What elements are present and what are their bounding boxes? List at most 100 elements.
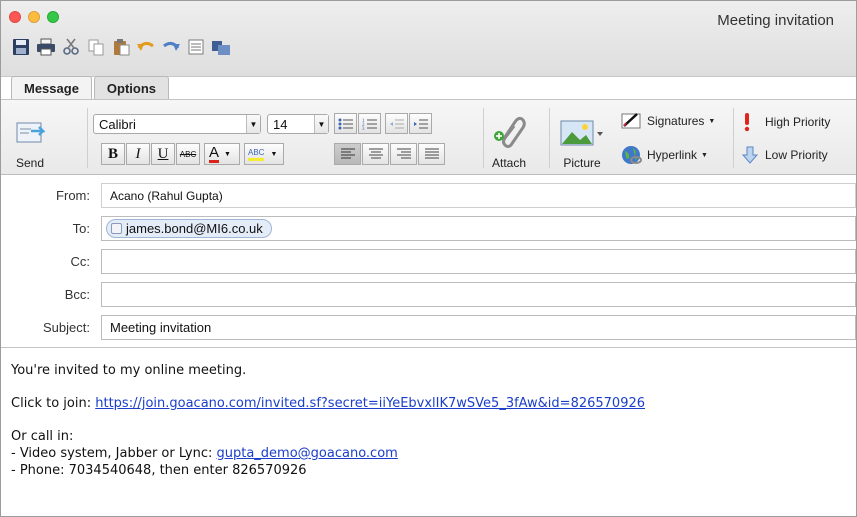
send-label: Send — [15, 156, 45, 170]
redo-icon[interactable] — [161, 37, 181, 57]
format-icon[interactable] — [186, 37, 206, 57]
high-priority-label: High Priority — [765, 115, 831, 129]
font-color-button[interactable]: A ▼ — [204, 143, 240, 165]
numbering-button[interactable]: 123 — [358, 113, 381, 134]
font-color-label: A — [209, 143, 220, 163]
align-right-button[interactable] — [390, 143, 417, 165]
join-link[interactable]: https://join.goacano.com/invited.sf?secr… — [95, 396, 645, 411]
undo-icon[interactable] — [136, 37, 156, 57]
low-priority-label: Low Priority — [765, 148, 828, 162]
align-center-icon — [368, 148, 383, 159]
call-in-heading: Or call in: — [11, 429, 74, 444]
cc-field[interactable] — [101, 249, 856, 274]
numbered-list-icon: 123 — [362, 119, 377, 131]
copy-icon[interactable] — [86, 37, 106, 57]
font-name-value: Calibri — [99, 116, 136, 132]
paste-icon[interactable] — [111, 37, 131, 57]
recipient-token[interactable]: james.bond@MI6.co.uk — [106, 219, 272, 238]
chevron-down-icon: ▼ — [701, 151, 708, 159]
window-controls — [9, 11, 59, 23]
folder-icon[interactable] — [211, 37, 231, 57]
from-label: From: — [56, 188, 90, 203]
attach-button[interactable]: Attach — [491, 106, 527, 170]
cc-row: Cc: — [1, 247, 856, 277]
video-line: - Video system, Jabber or Lync: gupta_de… — [11, 446, 856, 463]
ribbon-tabs: Message Options — [11, 76, 171, 100]
highlight-label: ABC — [248, 147, 265, 161]
bullet-list-icon — [338, 118, 353, 129]
picture-icon — [560, 120, 603, 146]
video-address-link[interactable]: gupta_demo@goacano.com — [217, 446, 398, 461]
exclamation-icon — [744, 113, 750, 132]
ribbon-divider — [87, 108, 88, 168]
cut-icon[interactable] — [61, 37, 81, 57]
chevron-down-icon: ▼ — [246, 115, 260, 133]
subject-value: Meeting invitation — [110, 320, 212, 335]
to-label: To: — [72, 221, 90, 236]
recipient-address: james.bond@MI6.co.uk — [126, 221, 263, 236]
ribbon-divider — [733, 108, 734, 168]
picture-label: Picture — [563, 156, 601, 170]
bold-button[interactable]: B — [101, 143, 125, 165]
italic-button[interactable]: I — [126, 143, 150, 165]
phone-line: - Phone: 7034540648, then enter 82657092… — [11, 463, 307, 478]
send-button[interactable]: Send — [15, 106, 45, 170]
bcc-field[interactable] — [101, 282, 856, 307]
chevron-down-icon: ▼ — [314, 115, 328, 133]
signatures-label: Signatures — [647, 114, 705, 128]
minimize-window-button[interactable] — [28, 11, 40, 23]
tab-message[interactable]: Message — [11, 76, 92, 100]
decrease-indent-button[interactable] — [385, 113, 408, 134]
join-line: Click to join: https://join.goacano.com/… — [11, 396, 856, 413]
cc-label: Cc: — [70, 254, 91, 269]
font-name-select[interactable]: Calibri ▼ — [93, 114, 261, 134]
ribbon: Send Calibri ▼ 14 ▼ 123 B I U ABC A ▼ AB… — [1, 99, 856, 175]
close-window-button[interactable] — [9, 11, 21, 23]
picture-button[interactable]: Picture — [559, 106, 605, 170]
ribbon-divider — [549, 108, 550, 168]
from-field[interactable]: Acano (Rahul Gupta) — [101, 183, 856, 208]
quick-access-toolbar — [11, 37, 231, 57]
hyperlink-button[interactable]: Hyperlink ▼ — [621, 144, 708, 166]
to-row: To: james.bond@MI6.co.uk — [1, 214, 856, 244]
print-icon[interactable] — [36, 37, 56, 57]
down-arrow-icon — [741, 146, 759, 164]
align-left-icon — [340, 148, 355, 159]
send-icon — [16, 122, 45, 143]
decrease-indent-icon — [389, 119, 404, 128]
attach-label: Attach — [491, 156, 527, 170]
from-row: From: Acano (Rahul Gupta) — [1, 181, 856, 211]
bullets-button[interactable] — [334, 113, 357, 134]
highlight-button[interactable]: ABC ▼ — [244, 143, 284, 165]
align-center-button[interactable] — [362, 143, 389, 165]
window-title: Meeting invitation — [717, 12, 834, 29]
justify-button[interactable] — [418, 143, 445, 165]
justify-icon — [424, 148, 439, 159]
save-icon[interactable] — [11, 37, 31, 57]
chevron-down-icon: ▼ — [270, 150, 278, 158]
align-left-button[interactable] — [334, 143, 361, 165]
video-prefix: - Video system, Jabber or Lync: — [11, 446, 217, 461]
high-priority-button[interactable]: High Priority — [741, 112, 830, 132]
signature-icon — [621, 113, 641, 129]
ribbon-divider — [483, 108, 484, 168]
increase-indent-button[interactable] — [409, 113, 432, 134]
chevron-down-icon: ▼ — [708, 117, 716, 125]
subject-label: Subject: — [43, 320, 90, 335]
low-priority-button[interactable]: Low Priority — [741, 146, 828, 164]
zoom-window-button[interactable] — [47, 11, 59, 23]
bcc-label: Bcc: — [64, 287, 90, 302]
strikethrough-button[interactable]: ABC — [176, 143, 200, 165]
message-body[interactable]: You're invited to my online meeting. Cli… — [1, 347, 856, 516]
font-size-select[interactable]: 14 ▼ — [267, 114, 329, 134]
contact-card-icon — [111, 223, 122, 234]
signatures-button[interactable]: Signatures ▼ — [621, 112, 715, 130]
subject-field[interactable]: Meeting invitation — [101, 315, 856, 340]
underline-button[interactable]: U — [151, 143, 175, 165]
font-size-value: 14 — [273, 116, 288, 132]
tab-options[interactable]: Options — [93, 76, 170, 100]
to-field[interactable]: james.bond@MI6.co.uk — [101, 216, 856, 241]
from-value: Acano (Rahul Gupta) — [110, 188, 223, 203]
join-prefix: Click to join: — [11, 396, 96, 411]
chevron-down-icon: ▼ — [224, 150, 231, 158]
